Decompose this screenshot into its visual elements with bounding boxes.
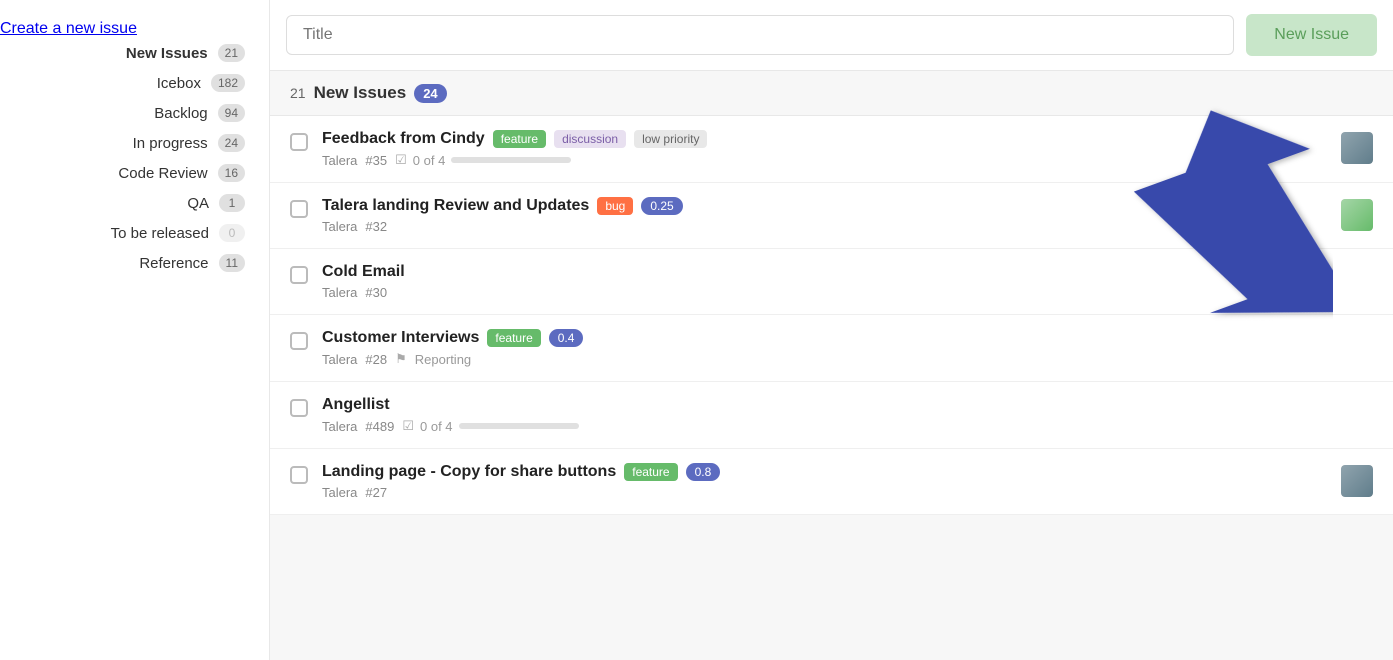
issue-content: Customer Interviews feature 0.4 Talera #28 ⚑ R… [322,329,1373,367]
checklist-icon: ☑ [402,418,414,434]
sidebar-item-badge: 94 [218,104,245,122]
sidebar-item-label: New Issues [24,45,208,62]
tag-low-priority: low priority [634,130,707,148]
sidebar-item-label: Reference [24,255,209,272]
new-issue-button[interactable]: New Issue [1246,14,1377,56]
tag-bug: bug [597,197,633,215]
issue-avatar [1341,132,1373,164]
issue-title[interactable]: Cold Email [322,263,405,281]
issue-title[interactable]: Customer Interviews [322,329,479,347]
sidebar-item-in-progress[interactable]: In progress 24 [0,128,269,158]
issue-number: #35 [365,153,387,168]
issue-content: Cold Email Talera #30 [322,263,1373,300]
tag-score: 0.8 [686,463,721,481]
progress-text: 0 of 4 [413,153,446,168]
issue-row: Cold Email Talera #30 [270,249,1393,315]
sidebar-item-label: QA [24,195,209,212]
issue-title[interactable]: Angellist [322,396,390,414]
issue-avatar [1341,465,1373,497]
milestone-icon: ⚑ [395,351,407,367]
issue-number: #27 [365,485,387,500]
issue-progress: ☑ 0 of 4 [402,418,578,434]
issue-checkbox[interactable] [290,399,308,417]
issue-list: Feedback from Cindy feature discussion low … [270,116,1393,515]
sidebar-item-label: Backlog [24,105,208,122]
section-count: 21 [290,85,306,101]
issue-project: Talera [322,419,357,434]
tag-feature: feature [624,463,677,481]
issue-project: Talera [322,219,357,234]
issue-project: Talera [322,485,357,500]
issue-checkbox[interactable] [290,266,308,284]
title-input[interactable] [286,15,1234,55]
issue-progress: ☑ 0 of 4 [395,152,571,168]
sidebar-item-badge: 21 [218,44,245,62]
sidebar-item-new-issues[interactable]: New Issues 21 [0,38,269,68]
issue-row: Angellist Talera #489 ☑ 0 of 4 [270,382,1393,449]
issue-content: Talera landing Review and Updates bug 0.25… [322,197,1327,234]
tag-feature: feature [487,329,540,347]
issue-number: #28 [365,352,387,367]
checklist-icon: ☑ [395,152,407,168]
tag-discussion: discussion [554,130,626,148]
issue-row: Talera landing Review and Updates bug 0.25… [270,183,1393,249]
main-panel: New Issue 21 New Issues 24 Feedback from… [270,0,1393,660]
issue-checkbox[interactable] [290,133,308,151]
issue-title[interactable]: Landing page - Copy for share buttons [322,463,616,481]
issue-number: #32 [365,219,387,234]
tag-feature: feature [493,130,546,148]
milestone-label: Reporting [415,352,471,367]
issue-row: Customer Interviews feature 0.4 Talera #28 ⚑ R… [270,315,1393,382]
issue-checkbox[interactable] [290,466,308,484]
sidebar-item-label: Code Review [24,165,208,182]
issue-row: Feedback from Cindy feature discussion low … [270,116,1393,183]
issue-title[interactable]: Talera landing Review and Updates [322,197,589,215]
sidebar-item-badge: 11 [219,254,245,272]
topbar: New Issue [270,0,1393,71]
sidebar-item-badge: 1 [219,194,245,212]
create-new-issue-link[interactable]: Create a new issue [0,20,137,37]
issue-checkbox[interactable] [290,332,308,350]
sidebar-item-icebox[interactable]: Icebox 182 [0,68,269,98]
sidebar-item-label: In progress [24,135,208,152]
issue-content: Angellist Talera #489 ☑ 0 of 4 [322,396,1373,434]
issue-title[interactable]: Feedback from Cindy [322,130,485,148]
section-badge: 24 [414,84,446,103]
sidebar-item-reference[interactable]: Reference 11 [0,248,269,278]
sidebar-item-label: Icebox [24,75,201,92]
sidebar-item-label: To be released [24,225,209,242]
sidebar-item-to-be-released[interactable]: To be released 0 [0,218,269,248]
sidebar-nav: New Issues 21 Icebox 182Backlog 94 In progres… [0,38,269,278]
tag-score: 0.4 [549,329,584,347]
issue-project: Talera [322,285,357,300]
issues-area: 21 New Issues 24 Feedback from Cindy feat… [270,71,1393,660]
issue-number: #489 [365,419,394,434]
sidebar: Create a new issue New Issues 21 Icebox 182… [0,0,270,660]
section-header: 21 New Issues 24 [270,71,1393,116]
issue-avatar [1341,199,1373,231]
tag-score: 0.25 [641,197,682,215]
issue-row: Landing page - Copy for share buttons fea… [270,449,1393,515]
progress-bar-bg [459,423,579,429]
progress-text: 0 of 4 [420,419,453,434]
issue-number: #30 [365,285,387,300]
sidebar-item-backlog[interactable]: Backlog 94 [0,98,269,128]
sidebar-item-badge: 0 [219,224,245,242]
issue-content: Landing page - Copy for share buttons fea… [322,463,1327,500]
issue-content: Feedback from Cindy feature discussion low … [322,130,1327,168]
issue-checkbox[interactable] [290,200,308,218]
issue-project: Talera [322,153,357,168]
sidebar-item-code-review[interactable]: Code Review 16 [0,158,269,188]
section-title: New Issues [314,83,407,103]
progress-bar-bg [451,157,571,163]
issue-project: Talera [322,352,357,367]
sidebar-item-badge: 16 [218,164,245,182]
sidebar-item-qa[interactable]: QA 1 [0,188,269,218]
sidebar-item-badge: 24 [218,134,245,152]
sidebar-item-badge: 182 [211,74,245,92]
